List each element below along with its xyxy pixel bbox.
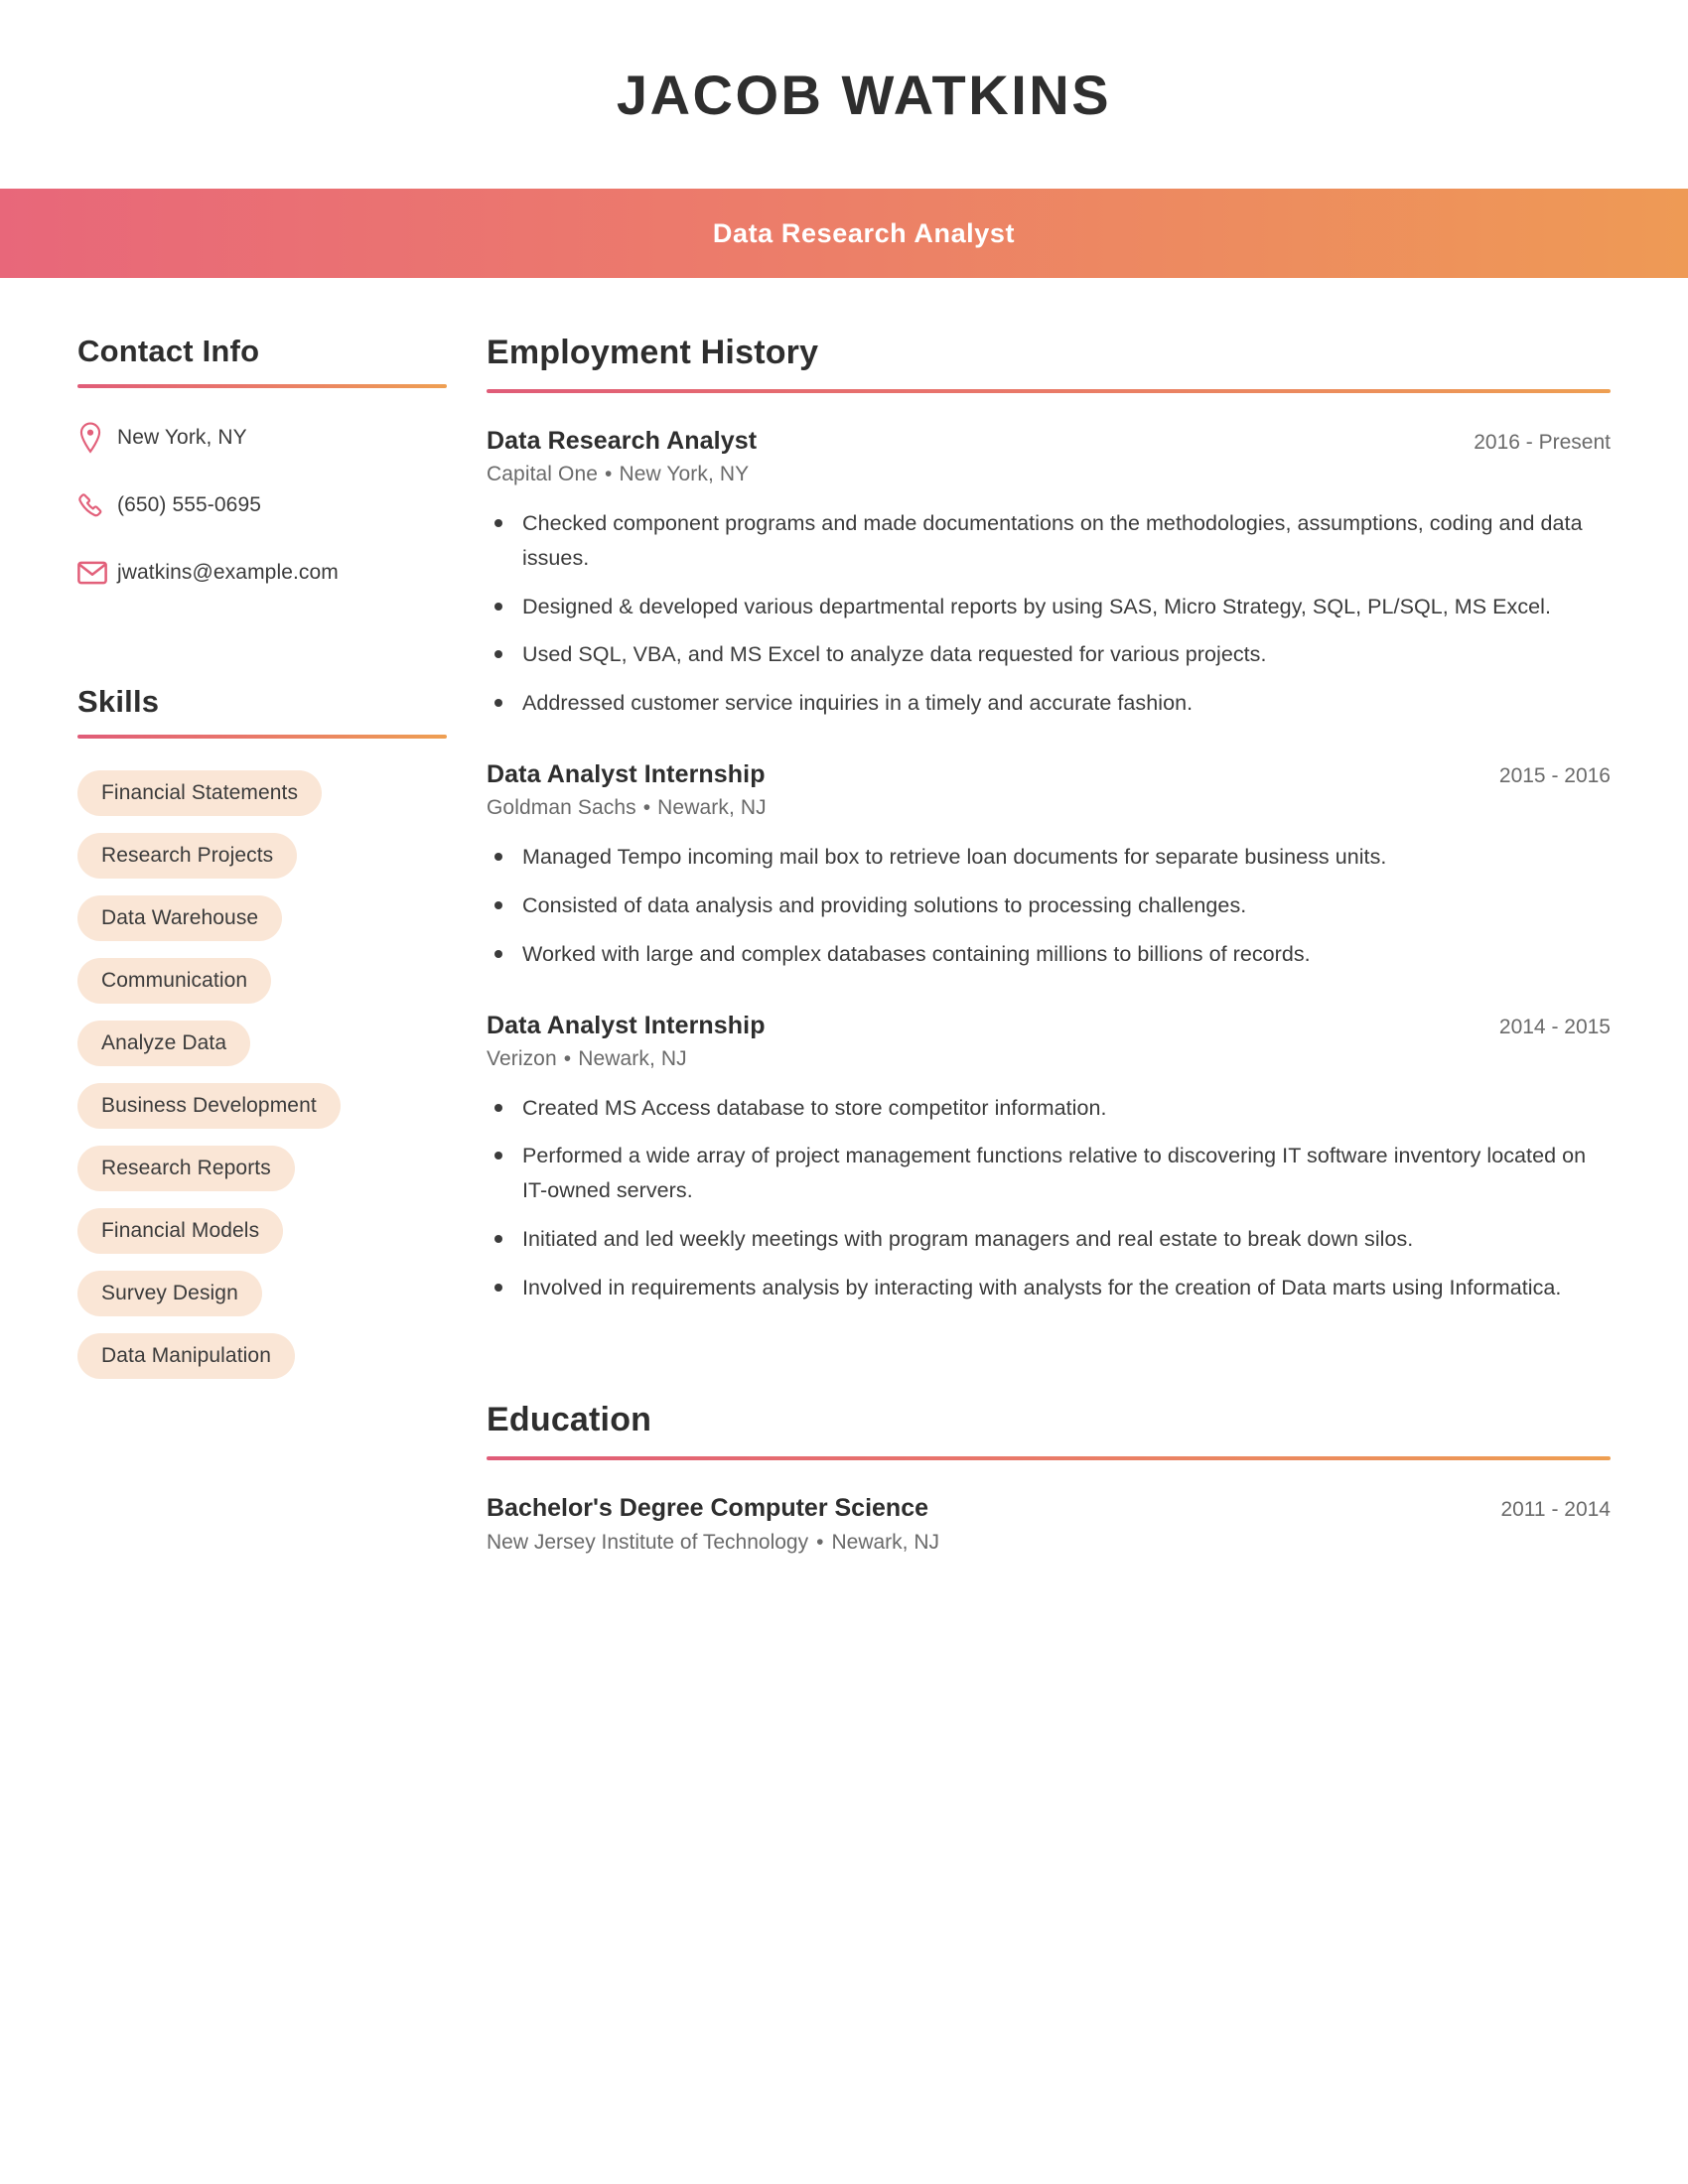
- job-company: Goldman Sachs: [487, 796, 636, 820]
- job-header: Data Analyst Internship 2014 - 2015: [487, 1012, 1611, 1040]
- contact-location-value: New York, NY: [117, 426, 247, 449]
- job-bullet: Performed a wide array of project manage…: [487, 1139, 1611, 1208]
- job-bullets: Managed Tempo incoming mail box to retri…: [487, 840, 1611, 971]
- job-entry: Data Research Analyst 2016 - Present Cap…: [487, 427, 1611, 721]
- job-dates: 2015 - 2016: [1498, 764, 1611, 788]
- job-meta-separator: •: [563, 1046, 572, 1070]
- skill-pill[interactable]: Research Reports: [77, 1146, 295, 1191]
- education-entry: Bachelor's Degree Computer Science 2011 …: [487, 1494, 1611, 1555]
- employment-heading-rule: [487, 389, 1611, 393]
- job-company: Verizon: [487, 1046, 557, 1070]
- job-company: Capital One: [487, 463, 598, 485]
- job-title: Data Analyst Internship: [487, 760, 766, 789]
- skill-pill[interactable]: Financial Statements: [77, 770, 323, 816]
- job-entry: Data Analyst Internship 2014 - 2015 Veri…: [487, 1012, 1611, 1305]
- contact-list: New York, NY (650) 555-0695 jwatkins@exa…: [77, 414, 447, 597]
- job-entry: Data Analyst Internship 2015 - 2016 Gold…: [487, 760, 1611, 971]
- job-dates: 2014 - 2015: [1498, 1015, 1611, 1038]
- contact-item-phone[interactable]: (650) 555-0695: [77, 481, 447, 529]
- job-bullet: Involved in requirements analysis by int…: [487, 1271, 1611, 1305]
- job-meta: Goldman Sachs • Newark, NJ: [487, 796, 1611, 820]
- employment-heading: Employment History: [487, 334, 819, 371]
- job-header: Data Analyst Internship 2015 - 2016: [487, 760, 1611, 789]
- contact-heading-rule: [77, 384, 447, 388]
- envelope-icon: [77, 561, 117, 585]
- skill-pill[interactable]: Data Manipulation: [77, 1333, 295, 1379]
- job-bullet: Managed Tempo incoming mail box to retri…: [487, 840, 1611, 875]
- job-meta-separator: •: [605, 463, 613, 485]
- skill-pill[interactable]: Research Projects: [77, 833, 298, 879]
- sidebar: Contact Info New York, NY (650) 555-0695…: [0, 334, 487, 1396]
- job-dates: 2016 - Present: [1474, 431, 1611, 454]
- job-bullets: Created MS Access database to store comp…: [487, 1091, 1611, 1305]
- contact-phone-value: (650) 555-0695: [117, 493, 262, 516]
- education-degree: Bachelor's Degree Computer Science: [487, 1493, 928, 1522]
- skills-heading: Skills: [77, 684, 160, 719]
- skill-pill[interactable]: Analyze Data: [77, 1021, 251, 1066]
- job-divider-space: [487, 735, 1611, 760]
- employment-list: Data Research Analyst 2016 - Present Cap…: [487, 427, 1611, 1305]
- job-location: Newark, NJ: [657, 796, 767, 820]
- education-heading-rule: [487, 1455, 1611, 1460]
- job-title: Data Research Analyst: [487, 427, 758, 455]
- job-bullet: Addressed customer service inquiries in …: [487, 686, 1611, 721]
- candidate-job-title: Data Research Analyst: [712, 217, 1016, 248]
- skills-heading-rule: [77, 735, 447, 739]
- contact-email-value: jwatkins@example.com: [117, 561, 339, 584]
- skill-pill[interactable]: Financial Models: [77, 1208, 284, 1254]
- resume-body: Contact Info New York, NY (650) 555-0695…: [0, 278, 1688, 1555]
- skill-pill[interactable]: Survey Design: [77, 1271, 262, 1316]
- candidate-name: JACOB WATKINS: [616, 63, 1112, 126]
- job-divider-space: [487, 986, 1611, 1012]
- education-dates: 2011 - 2014: [1500, 1497, 1611, 1521]
- job-location: Newark, NJ: [578, 1046, 687, 1070]
- employment-section: Employment History Data Research Analyst…: [487, 334, 1611, 1305]
- skill-pill[interactable]: Communication: [77, 958, 272, 1004]
- contact-section: Contact Info New York, NY (650) 555-0695…: [77, 334, 447, 597]
- education-heading: Education: [487, 1400, 652, 1438]
- job-location: New York, NY: [619, 463, 750, 485]
- job-meta: Verizon • Newark, NJ: [487, 1047, 1611, 1071]
- contact-item-email[interactable]: jwatkins@example.com: [77, 549, 447, 597]
- job-header: Data Research Analyst 2016 - Present: [487, 427, 1611, 456]
- job-bullet: Consisted of data analysis and providing…: [487, 888, 1611, 923]
- job-bullet: Checked component programs and made docu…: [487, 506, 1611, 576]
- contact-item-location[interactable]: New York, NY: [77, 414, 447, 462]
- job-bullets: Checked component programs and made docu…: [487, 506, 1611, 721]
- education-meta: New Jersey Institute of Technology • Newar…: [487, 1531, 1611, 1555]
- education-location: Newark, NJ: [831, 1530, 940, 1554]
- header-name-block: JACOB WATKINS: [0, 0, 1688, 189]
- main-column: Employment History Data Research Analyst…: [487, 334, 1688, 1555]
- education-school: New Jersey Institute of Technology: [487, 1530, 809, 1554]
- job-bullet: Created MS Access database to store comp…: [487, 1091, 1611, 1126]
- skill-pill[interactable]: Business Development: [77, 1083, 341, 1129]
- education-section: Education Bachelor's Degree Computer Sci…: [487, 1401, 1611, 1555]
- location-pin-icon: [77, 422, 117, 454]
- skills-section: Skills Financial Statements Research Pro…: [77, 684, 447, 1396]
- phone-icon: [77, 491, 117, 519]
- job-bullet: Initiated and led weekly meetings with p…: [487, 1222, 1611, 1257]
- job-meta-separator: •: [642, 796, 651, 820]
- job-title-banner: Data Research Analyst: [0, 189, 1688, 278]
- job-meta: Capital One • New York, NY: [487, 463, 1611, 486]
- skills-list: Financial Statements Research Projects D…: [77, 770, 447, 1396]
- job-bullet: Worked with large and complex databases …: [487, 937, 1611, 972]
- job-bullet: Designed & developed various departmenta…: [487, 590, 1611, 624]
- job-bullet: Used SQL, VBA, and MS Excel to analyze d…: [487, 637, 1611, 672]
- resume-page: JACOB WATKINS Data Research Analyst Cont…: [0, 0, 1688, 2184]
- education-entry-header: Bachelor's Degree Computer Science 2011 …: [487, 1494, 1611, 1523]
- job-title: Data Analyst Internship: [487, 1011, 766, 1039]
- education-meta-separator: •: [816, 1530, 824, 1554]
- contact-heading: Contact Info: [77, 334, 260, 368]
- skill-pill[interactable]: Data Warehouse: [77, 895, 283, 941]
